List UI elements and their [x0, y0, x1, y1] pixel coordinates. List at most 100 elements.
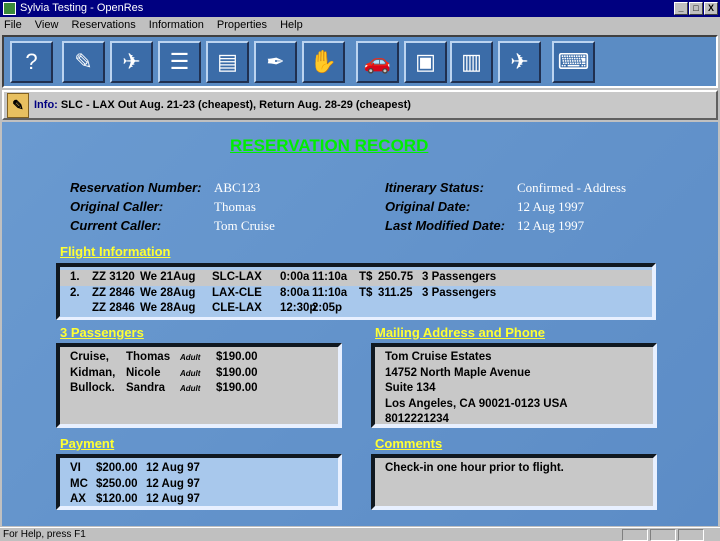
flight-row[interactable]: ZZ 2846 We 28Aug CLE-LAX 12:30p 2:05p — [60, 301, 652, 317]
flight-cell: 2:05p — [312, 302, 343, 314]
flight-cell: CLE-LAX — [212, 302, 262, 314]
close-button[interactable]: X — [704, 2, 718, 15]
flight-row[interactable]: 2. ZZ 2846 We 28Aug LAX-CLE 8:00a 11:10a T$ 311… — [60, 285, 652, 301]
comments-heading: Comments — [375, 436, 443, 451]
field-label: Reservation Number: — [70, 180, 202, 195]
passenger-row[interactable]: Cruise, Thomas Adult $190.00 — [70, 350, 328, 366]
toolbar-button[interactable]: ⌨ — [552, 41, 595, 83]
toolbar-button[interactable]: 🚗 — [356, 41, 399, 83]
payment-cell: $200.00 — [96, 462, 138, 474]
runway-icon: ✈ — [510, 49, 529, 74]
passenger-list: Cruise, Thomas Adult $190.00 Kidman, Nicole Ad… — [56, 343, 342, 428]
window-title: Sylvia Testing - OpenRes — [20, 2, 144, 14]
toolbar-button[interactable]: ▤ — [206, 41, 249, 83]
flight-cell: T$ — [359, 271, 373, 283]
passenger-cell: Nicole — [126, 366, 161, 379]
toolbar-button[interactable]: ✒ — [254, 41, 297, 83]
handshake-icon: ✋ — [309, 49, 338, 74]
flight-cell: LAX-CLE — [212, 286, 262, 299]
documents-icon: ☰ — [169, 49, 190, 74]
record-field: Last Modified Date: 12 Aug 1997 — [385, 216, 715, 235]
menu-reservations[interactable]: Reservations — [72, 19, 136, 31]
notepad-icon: ✎ — [74, 49, 93, 74]
info-label: Info: — [34, 99, 58, 111]
passenger-cell: Thomas — [126, 351, 171, 363]
minimize-button[interactable]: _ — [674, 2, 688, 15]
field-value: Tom Cruise — [214, 218, 275, 233]
flight-cell: We 28Aug — [140, 302, 196, 314]
menu-information[interactable]: Information — [149, 19, 204, 31]
status-text: For Help, press F1 — [3, 529, 86, 540]
passenger-cell: $190.00 — [216, 382, 258, 394]
toolbar-button[interactable]: ▣ — [404, 41, 447, 83]
menu-view[interactable]: View — [35, 19, 59, 31]
field-label: Last Modified Date: — [385, 218, 505, 233]
status-pane — [678, 529, 704, 541]
passenger-row[interactable]: Kidman, Nicole Adult $190.00 — [70, 366, 328, 382]
payment-cell: MC — [70, 477, 88, 490]
menu-file[interactable]: File — [4, 19, 22, 31]
flight-cell: 11:10a — [312, 271, 348, 283]
page-title: RESERVATION RECORD — [230, 136, 429, 155]
flight-list: 1. ZZ 3120 We 21Aug SLC-LAX 0:00a 11:10a T$ 250… — [56, 263, 656, 320]
field-value: 12 Aug 1997 — [517, 199, 585, 214]
flight-cell: 1. — [70, 271, 80, 283]
maximize-button[interactable]: □ — [689, 2, 703, 15]
payment-row[interactable]: AX $120.00 12 Aug 97 — [70, 492, 328, 508]
help-icon: ? — [25, 49, 38, 74]
flight-cell: T$ — [359, 286, 373, 299]
payment-cell: 12 Aug 97 — [146, 493, 200, 505]
field-value: ABC123 — [214, 180, 261, 195]
passenger-cell: Cruise, — [70, 351, 109, 363]
status-bar: For Help, press F1 — [0, 527, 720, 541]
payment-row[interactable]: VI $200.00 12 Aug 97 — [70, 461, 328, 477]
passengers-heading: 3 Passengers — [60, 325, 144, 340]
passenger-cell: Adult — [180, 368, 201, 378]
toolbar-button[interactable]: ✈ — [110, 41, 153, 83]
toolbar-button[interactable]: ✋ — [302, 41, 345, 83]
passenger-cell: Adult — [180, 384, 201, 393]
toolbar-button[interactable]: ? — [10, 41, 53, 83]
flight-row[interactable]: 1. ZZ 3120 We 21Aug SLC-LAX 0:00a 11:10a T$ 250… — [60, 270, 652, 286]
passenger-cell: Bullock. — [70, 382, 115, 394]
flight-cell: 8:00a — [280, 286, 310, 299]
comments-box[interactable]: Check-in one hour prior to flight. — [371, 454, 657, 510]
payment-cell: 12 Aug 97 — [146, 477, 200, 490]
address-line: Suite 134 — [385, 382, 436, 394]
passenger-cell: $190.00 — [216, 366, 258, 379]
flight-cell: 2. — [70, 286, 80, 299]
toolbar-button[interactable]: ▥ — [450, 41, 493, 83]
title-bar: Sylvia Testing - OpenRes _ □ X — [0, 0, 720, 17]
address-line: Tom Cruise Estates — [385, 351, 492, 363]
toolbar-button[interactable]: ☰ — [158, 41, 201, 83]
address-line: Los Angeles, CA 90021-0123 USA — [385, 397, 568, 410]
menu-properties[interactable]: Properties — [217, 19, 267, 31]
toolbar-button[interactable]: ✎ — [62, 41, 105, 83]
app-icon — [3, 2, 16, 15]
flight-cell: We 28Aug — [140, 286, 196, 299]
payment-cell: AX — [70, 493, 86, 505]
record-field: Reservation Number: ABC123 — [70, 178, 370, 197]
toolbar-button[interactable]: ✈ — [498, 41, 541, 83]
payment-heading: Payment — [60, 436, 115, 451]
scroll-quill-icon: ✒ — [266, 49, 285, 74]
payment-cell: 12 Aug 97 — [146, 462, 200, 474]
notepad-icon: ✎ — [7, 93, 29, 118]
passenger-cell: $190.00 — [216, 351, 258, 363]
flight-cell: ZZ 2846 — [92, 286, 135, 299]
menu-help[interactable]: Help — [280, 19, 303, 31]
field-label: Itinerary Status: — [385, 180, 484, 195]
flight-cell: 250.75 — [378, 271, 414, 283]
field-value: 12 Aug 1997 — [517, 218, 585, 233]
payment-row[interactable]: MC $250.00 12 Aug 97 — [70, 477, 328, 493]
car-keys-icon: 🚗 — [363, 49, 392, 74]
computer-key-icon: ⌨ — [557, 49, 590, 74]
flight-cell: 0:00a — [280, 271, 310, 283]
record-field: Original Caller: Thomas — [70, 197, 370, 216]
menu-bar: File View Reservations Information Prope… — [0, 17, 720, 34]
mailing-address-box: Tom Cruise Estates 14752 North Maple Aven… — [371, 343, 657, 428]
toolbar: ? ✎ ✈ ☰ ▤ ✒ ✋ 🚗 ▣ ▥ ✈ ⌨ — [2, 35, 718, 88]
info-bar: ✎ Info: SLC - LAX Out Aug. 21-23 (cheape… — [2, 90, 718, 120]
passenger-row[interactable]: Bullock. Sandra Adult $190.00 — [70, 381, 328, 397]
hotel-lamp-icon: ▣ — [415, 49, 436, 74]
